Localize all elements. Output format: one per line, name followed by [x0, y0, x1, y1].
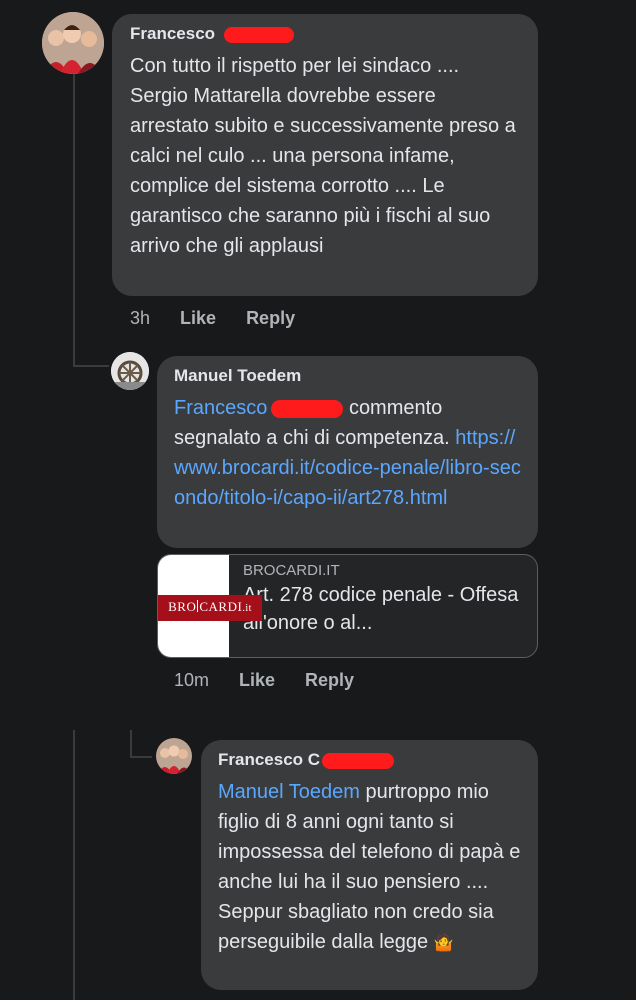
link-preview-card[interactable]: BRO CARDI.it BROCARDI.IT Art. 278 codice …: [157, 554, 538, 658]
redaction-mark: [271, 399, 344, 418]
thread-line: [130, 730, 132, 758]
logo-text: .it: [242, 603, 252, 614]
thread-line: [73, 72, 75, 367]
mention-link[interactable]: Manuel Toedem: [218, 781, 360, 803]
logo-wordmark: BRO CARDI.it: [158, 599, 262, 615]
logo-text: BRO: [168, 599, 197, 614]
redaction-mark: [322, 752, 395, 769]
comment-actions: 10m Like Reply: [174, 670, 354, 691]
reply-button[interactable]: Reply: [246, 308, 295, 329]
comment-text: Con tutto il rispetto per lei sindaco ..…: [130, 55, 516, 257]
comment-text: Francesco commento segnalato a chi di co…: [174, 393, 521, 513]
author-name[interactable]: Francesco C: [218, 750, 320, 769]
comment-author[interactable]: Francesco: [130, 23, 520, 45]
comment-bubble: Francesco Con tutto il rispetto per lei …: [112, 14, 538, 296]
comment-bubble: Manuel Toedem Francesco commento segnala…: [157, 356, 538, 548]
author-name[interactable]: Francesco: [130, 24, 215, 43]
comment-bubble: Francesco C Manuel Toedem purtroppo mio …: [201, 740, 538, 990]
thread-connector: [73, 365, 109, 367]
brocardi-logo: BRO CARDI.it: [158, 555, 262, 657]
comment-author[interactable]: Manuel Toedem: [174, 365, 521, 387]
avatar[interactable]: [42, 12, 104, 74]
link-preview-body: BROCARDI.IT Art. 278 codice penale - Off…: [229, 555, 537, 657]
avatar[interactable]: [156, 738, 192, 774]
link-title: Art. 278 codice penale - Offesa all'onor…: [242, 584, 519, 634]
shrug-emoji-icon: 🤷: [433, 935, 454, 952]
like-button[interactable]: Like: [239, 670, 275, 691]
comment-author[interactable]: Francesco C: [218, 749, 521, 771]
redaction-mark: [223, 26, 294, 43]
like-button[interactable]: Like: [180, 308, 216, 329]
comment-time[interactable]: 3h: [130, 308, 150, 329]
thread-connector: [130, 756, 152, 758]
comment-text: Manuel Toedem purtroppo mio figlio di 8 …: [218, 777, 521, 959]
comment-time[interactable]: 10m: [174, 670, 209, 691]
link-domain: BROCARDI.IT: [242, 562, 340, 579]
reply-button[interactable]: Reply: [305, 670, 354, 691]
avatar[interactable]: [111, 352, 149, 390]
thread-line: [73, 730, 75, 1000]
mention-link[interactable]: Francesco: [174, 397, 267, 419]
comment-actions: 3h Like Reply: [130, 308, 295, 329]
comment-text-body: purtroppo mio figlio di 8 anni ogni tant…: [218, 781, 521, 953]
logo-text: CARDI: [199, 599, 243, 614]
